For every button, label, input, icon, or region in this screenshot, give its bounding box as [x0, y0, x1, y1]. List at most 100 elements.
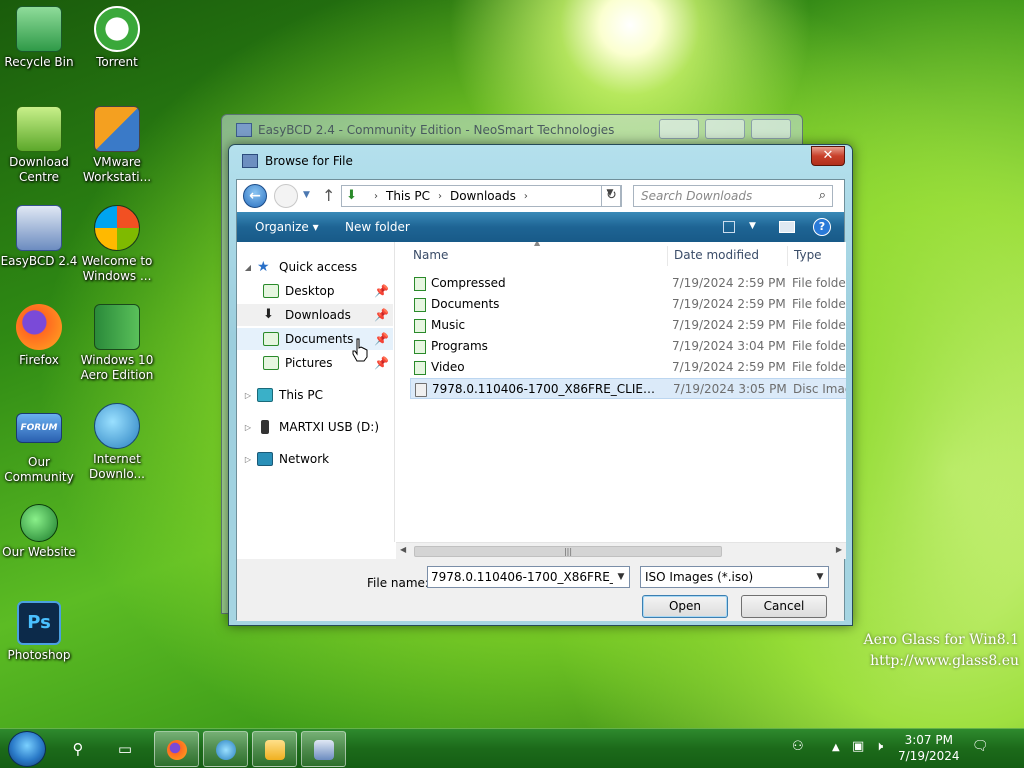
file-date: 7/19/2024 2:59 PM: [672, 360, 786, 374]
forward-button[interactable]: [274, 184, 298, 208]
expanded-arrow-icon[interactable]: ◢: [243, 263, 253, 272]
desktop-icon-recycle-bin[interactable]: Recycle Bin: [0, 6, 78, 70]
desktop-icon-label: Photoshop: [7, 648, 71, 662]
column-divider[interactable]: [787, 246, 788, 266]
nav-this-pc[interactable]: ▷ This PC: [243, 384, 393, 406]
folder-icon: [414, 340, 426, 354]
back-button[interactable]: ←: [243, 184, 267, 208]
close-button[interactable]: [751, 119, 791, 139]
desktop-icon-label: Windows 10 Aero Edition: [80, 353, 154, 382]
nav-label: MARTXI USB (D:): [279, 420, 380, 434]
up-arrow-icon[interactable]: ↑: [322, 186, 335, 205]
column-header-date-modified[interactable]: Date modified: [674, 242, 786, 268]
scroll-thumb[interactable]: |||: [414, 546, 722, 557]
search-button[interactable]: ⚲: [56, 733, 100, 765]
view-dropdown-icon[interactable]: ▼: [749, 221, 756, 231]
cancel-button[interactable]: Cancel: [741, 595, 827, 618]
collapsed-arrow-icon[interactable]: ▷: [243, 391, 253, 400]
show-hidden-icons-icon[interactable]: ▲: [832, 742, 840, 753]
breadcrumb-downloads[interactable]: Downloads: [450, 189, 516, 203]
notifications-icon[interactable]: 🗨: [972, 739, 989, 754]
file-type-select[interactable]: ISO Images (*.iso) ▼: [640, 566, 829, 588]
desktop-icon-download-centre[interactable]: Download Centre: [0, 106, 78, 185]
column-divider[interactable]: [667, 246, 668, 266]
dialog-close-button[interactable]: ✕: [811, 146, 845, 166]
search-input[interactable]: Search Downloads ⌕: [633, 185, 833, 207]
help-icon[interactable]: ?: [813, 218, 831, 236]
desktop-icon-welcome[interactable]: Welcome to Windows ...: [78, 205, 156, 284]
minimize-button[interactable]: [659, 119, 699, 139]
dialog-footer: File name: 7978.0.110406-1700_X86FRE_CLI…: [237, 559, 844, 621]
desktop-icon-torrent[interactable]: Torrent: [78, 6, 156, 70]
column-header-type[interactable]: Type: [794, 242, 846, 268]
pin-icon: 📌: [374, 284, 389, 298]
desktop-icon-easybcd[interactable]: EasyBCD 2.4: [0, 205, 78, 269]
start-button[interactable]: [8, 731, 46, 767]
chevron-down-icon[interactable]: ▼: [812, 567, 828, 587]
desktop-icon-our-community[interactable]: FORUM Our Community: [0, 413, 78, 485]
nav-network[interactable]: ▷ Network: [243, 448, 393, 470]
taskbar-internet-download-manager[interactable]: [203, 731, 248, 767]
people-icon[interactable]: ⚇: [792, 739, 804, 754]
desktop-icon-label: Welcome to Windows ...: [81, 254, 153, 283]
collapsed-arrow-icon[interactable]: ▷: [243, 423, 253, 432]
downloads-folder-icon: ⬇: [263, 307, 274, 322]
open-button[interactable]: Open: [642, 595, 728, 618]
nav-desktop[interactable]: Desktop 📌: [259, 280, 393, 302]
file-name-input[interactable]: 7978.0.110406-1700_X86FRE_CLIENT_EN ▼: [427, 566, 630, 588]
file-list: Name ▲ Date modified Type Compressed 7/1…: [396, 242, 846, 542]
desktop-icon-internet-download[interactable]: Internet Downlo...: [78, 403, 156, 482]
back-arrow-icon: ←: [249, 188, 261, 204]
desktop-icon-photoshop[interactable]: Ps Photoshop: [0, 601, 78, 663]
scroll-right-icon[interactable]: ▶: [836, 545, 842, 554]
nav-usb-drive[interactable]: ▷ MARTXI USB (D:): [243, 416, 393, 438]
desktop-icon-windows-10-aero[interactable]: Windows 10 Aero Edition: [78, 304, 156, 383]
new-folder-button[interactable]: New folder: [345, 220, 410, 234]
desktop-icon-label: Torrent: [96, 55, 138, 69]
collapsed-arrow-icon[interactable]: ▷: [243, 455, 253, 464]
chevron-down-icon[interactable]: ▼: [613, 567, 629, 587]
desktop-icon-vmware[interactable]: VMware Workstati...: [78, 106, 156, 185]
maximize-button[interactable]: [705, 119, 745, 139]
taskbar-file-explorer[interactable]: [252, 731, 297, 767]
file-row[interactable]: Documents 7/19/2024 2:59 PM File folder: [410, 294, 846, 315]
scroll-left-icon[interactable]: ◀: [400, 545, 406, 554]
nav-downloads[interactable]: ⬇ Downloads 📌: [237, 304, 393, 326]
nav-quick-access[interactable]: ◢ ★ Quick access: [243, 256, 393, 278]
file-row-selected[interactable]: 7978.0.110406-1700_X86FRE_CLIENT_EN-... …: [410, 378, 846, 399]
file-row[interactable]: Compressed 7/19/2024 2:59 PM File folder: [410, 273, 846, 294]
refresh-button[interactable]: ↻: [601, 185, 622, 207]
clock[interactable]: 3:07 PM 7/19/2024: [898, 732, 960, 764]
address-bar[interactable]: ⬇ › This PC › Downloads › ▼: [341, 185, 621, 207]
preview-pane-icon[interactable]: [779, 221, 795, 233]
file-name-label: File name:: [367, 576, 429, 590]
taskbar-easybcd[interactable]: [301, 731, 346, 767]
file-type-value: ISO Images (*.iso): [645, 570, 754, 584]
search-placeholder: Search Downloads: [641, 189, 753, 203]
breadcrumb-this-pc[interactable]: This PC: [386, 189, 430, 203]
organize-button[interactable]: Organize ▾: [255, 220, 319, 234]
horizontal-scrollbar[interactable]: ◀ ||| ▶: [396, 542, 846, 559]
torrent-icon: [94, 6, 140, 52]
file-row[interactable]: Music 7/19/2024 2:59 PM File folder: [410, 315, 846, 336]
nav-documents[interactable]: Documents 📌: [237, 328, 393, 350]
file-type: File folder: [792, 360, 846, 374]
volume-muted-icon[interactable]: 🕨: [875, 739, 883, 754]
nav-pictures[interactable]: Pictures 📌: [259, 352, 393, 374]
view-options-icon[interactable]: [723, 221, 735, 233]
nav-label: This PC: [279, 388, 323, 402]
history-dropdown-icon[interactable]: ▼: [303, 190, 310, 200]
file-date: 7/19/2024 2:59 PM: [672, 318, 786, 332]
desktop-icon-our-website[interactable]: Our Website: [0, 504, 78, 560]
nav-label: Documents: [285, 332, 354, 346]
file-row[interactable]: Video 7/19/2024 2:59 PM File folder: [410, 357, 846, 378]
desktop-icon-label: Firefox: [19, 353, 59, 367]
taskbar-firefox[interactable]: [154, 731, 199, 767]
file-row[interactable]: Programs 7/19/2024 3:04 PM File folder: [410, 336, 846, 357]
task-view-button[interactable]: ▭: [103, 733, 147, 765]
desktop-icon-firefox[interactable]: Firefox: [0, 304, 78, 368]
network-icon[interactable]: ▣: [852, 739, 864, 754]
book-icon: [94, 304, 140, 350]
file-name: Video: [431, 360, 465, 374]
download-centre-icon: [16, 106, 62, 152]
